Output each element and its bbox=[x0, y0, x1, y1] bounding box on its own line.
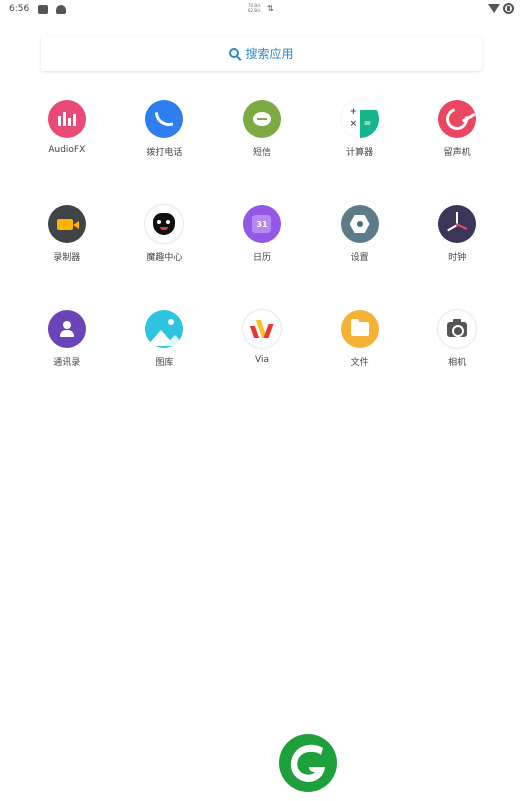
app-label: 文件 bbox=[350, 358, 369, 368]
network-speed-down: 62 B/s bbox=[248, 8, 261, 13]
app-row: AudioFX 拨打电话 短信 + × = 计算器 留声机 bbox=[18, 100, 506, 205]
android-icon bbox=[56, 5, 66, 14]
settings-icon bbox=[340, 205, 379, 243]
search-icon bbox=[229, 47, 240, 58]
app-label: 魔趣中心 bbox=[146, 253, 183, 263]
status-bar: 6:56 70 B/s 62 B/s ⇅ bbox=[0, 0, 521, 20]
camera-icon bbox=[438, 310, 477, 348]
app-label: 日历 bbox=[252, 253, 271, 263]
clock-icon bbox=[438, 205, 477, 243]
calendar-icon: 31 bbox=[242, 205, 281, 243]
status-time: 6:56 bbox=[9, 4, 30, 14]
phone-icon bbox=[145, 100, 184, 138]
app-label: 短信 bbox=[252, 148, 271, 158]
app-mokee-center[interactable]: 魔趣中心 bbox=[116, 205, 214, 310]
app-calculator[interactable]: + × = 计算器 bbox=[311, 100, 409, 205]
app-audiofx[interactable]: AudioFX bbox=[18, 100, 116, 205]
app-row: 通讯录 图库 Via 文件 相机 bbox=[18, 310, 506, 415]
app-clock[interactable]: 时钟 bbox=[408, 205, 506, 310]
app-camera[interactable]: 相机 bbox=[408, 310, 506, 415]
app-label: 相机 bbox=[448, 358, 467, 368]
brand-logo-icon bbox=[279, 734, 337, 792]
app-label: 拨打电话 bbox=[146, 148, 183, 158]
video-recorder-icon bbox=[47, 205, 86, 243]
battery-icon bbox=[503, 3, 514, 14]
app-gallery[interactable]: 图库 bbox=[116, 310, 214, 415]
app-label: Via bbox=[254, 355, 269, 365]
app-settings[interactable]: 设置 bbox=[311, 205, 409, 310]
app-grid: AudioFX 拨打电话 短信 + × = 计算器 留声机 录制器 魔趣中心 3… bbox=[18, 100, 506, 415]
audiofx-icon bbox=[47, 100, 86, 138]
app-contacts[interactable]: 通讯录 bbox=[18, 310, 116, 415]
app-label: 时钟 bbox=[448, 253, 467, 263]
app-screen-recorder[interactable]: 录制器 bbox=[18, 205, 116, 310]
notification-icon bbox=[38, 5, 48, 14]
calculator-icon: + × = bbox=[340, 100, 379, 138]
app-messages[interactable]: 短信 bbox=[213, 100, 311, 205]
wifi-icon bbox=[488, 4, 500, 13]
app-via[interactable]: Via bbox=[213, 310, 311, 415]
mokee-monster-icon bbox=[145, 205, 184, 243]
app-label: 计算器 bbox=[346, 148, 374, 158]
search-apps-bar[interactable]: 搜索应用 bbox=[41, 36, 482, 71]
message-icon bbox=[242, 100, 281, 138]
app-label: 图库 bbox=[155, 358, 174, 368]
app-label: AudioFX bbox=[48, 145, 86, 155]
gallery-icon bbox=[145, 310, 184, 348]
via-browser-icon bbox=[242, 310, 281, 348]
search-label: 搜索应用 bbox=[245, 47, 294, 61]
recorder-player-icon bbox=[438, 100, 477, 138]
app-row: 录制器 魔趣中心 31 日历 设置 时钟 bbox=[18, 205, 506, 310]
app-label: 留声机 bbox=[443, 148, 471, 158]
app-label: 录制器 bbox=[53, 253, 81, 263]
app-recorder-player[interactable]: 留声机 bbox=[408, 100, 506, 205]
data-arrows-icon: ⇅ bbox=[267, 4, 274, 13]
app-label: 设置 bbox=[350, 253, 369, 263]
contacts-icon bbox=[47, 310, 86, 348]
calendar-day: 31 bbox=[252, 215, 272, 233]
folder-icon bbox=[340, 310, 379, 348]
app-label: 通讯录 bbox=[53, 358, 81, 368]
app-phone[interactable]: 拨打电话 bbox=[116, 100, 214, 205]
network-speed: 70 B/s 62 B/s bbox=[248, 3, 261, 13]
app-calendar[interactable]: 31 日历 bbox=[213, 205, 311, 310]
app-files[interactable]: 文件 bbox=[311, 310, 409, 415]
